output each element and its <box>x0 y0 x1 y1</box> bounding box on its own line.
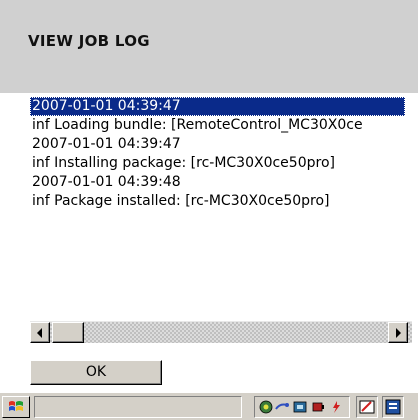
taskbar-app-slot[interactable] <box>34 396 242 418</box>
taskbar <box>0 392 418 420</box>
keyboard-glyph-icon <box>385 399 401 415</box>
horizontal-scrollbar[interactable] <box>30 321 412 343</box>
ok-button[interactable]: OK <box>30 360 162 385</box>
scroll-left-button[interactable] <box>30 322 50 343</box>
windows-flag-icon <box>9 401 23 411</box>
pen-icon[interactable] <box>356 396 378 418</box>
scrollbar-thumb[interactable] <box>52 322 84 343</box>
network-icon[interactable] <box>259 400 273 414</box>
arrow-left-icon <box>37 328 42 338</box>
log-line[interactable]: 2007-01-01 04:39:47 <box>30 97 405 116</box>
page-title: VIEW JOB LOG <box>28 32 150 50</box>
log-line[interactable]: inf Installing package: [rc-MC30X0ce50pr… <box>30 154 412 173</box>
log-line[interactable]: inf Loading bundle: [RemoteControl_MC30X… <box>30 116 412 135</box>
job-log-list[interactable]: 2007-01-01 04:39:47 inf Loading bundle: … <box>30 97 412 319</box>
screen: VIEW JOB LOG 2007-01-01 04:39:47 inf Loa… <box>0 0 418 420</box>
scroll-right-button[interactable] <box>388 322 408 343</box>
battery-power-icon[interactable] <box>311 400 325 414</box>
log-line[interactable]: 2007-01-01 04:39:47 <box>30 135 412 154</box>
start-button[interactable] <box>2 396 30 418</box>
header-bar: VIEW JOB LOG <box>0 0 418 93</box>
log-line[interactable]: inf Package installed: [rc-MC30X0ce50pro… <box>30 192 412 211</box>
system-tray <box>254 396 350 418</box>
keyboard-icon[interactable] <box>382 396 404 418</box>
connection-icon[interactable] <box>275 400 289 414</box>
pen-glyph-icon <box>359 400 375 414</box>
log-line[interactable]: 2007-01-01 04:39:48 <box>30 173 412 192</box>
power-plug-icon[interactable] <box>329 400 343 414</box>
sync-icon[interactable] <box>293 400 307 414</box>
arrow-right-icon <box>396 328 401 338</box>
